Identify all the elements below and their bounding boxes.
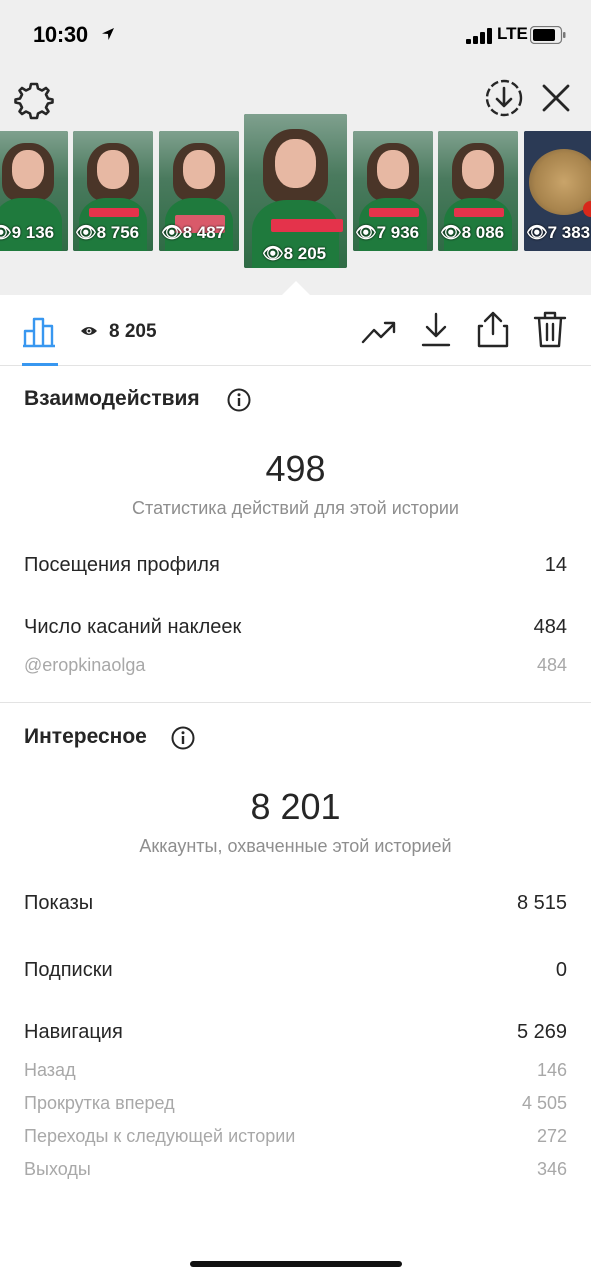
mention-sticker-value: 484 [536,655,567,675]
story-view-count: 👁︎9 136 [0,223,55,242]
follows-value: 0 [555,959,567,981]
story-thumbnail[interactable]: 👁︎8 487 [159,131,239,251]
next-story-value: 272 [536,1126,567,1146]
profile-visits-label: Посещения профиля [24,554,220,576]
reach-caption: Аккаунты, охваченные этой историей [139,836,452,856]
reach-total: 8 201 [250,786,341,827]
navigation-label: Навигация [24,1021,123,1043]
next-story-label: Переходы к следующей истории [24,1126,296,1146]
story-view-count: 👁︎8 756 [75,223,140,242]
exited-label: Выходы [24,1159,91,1179]
navigation-value: 5 269 [516,1021,567,1043]
interactions-caption: Статистика действий для этой истории [132,498,459,518]
mention-sticker-label: @eropkinaolga [24,655,146,675]
sticker-taps-label: Число касаний наклеек [24,616,242,638]
download-icon[interactable] [420,312,452,348]
back-label: Назад [24,1060,76,1080]
story-thumbnail-selected[interactable]: 👁︎8 205 [244,114,347,268]
info-icon[interactable] [227,388,251,412]
story-thumbnail[interactable]: 👁︎7 383 [524,131,591,251]
impressions-label: Показы [24,892,94,914]
interactions-section-title: Взаимодействия [24,387,200,410]
eye-icon [81,327,97,335]
insights-bar-chart-icon[interactable] [22,314,58,348]
story-view-count: 👁︎8 205 [262,244,327,263]
profile-visits-value: 14 [544,554,567,576]
delete-trash-icon[interactable] [533,310,567,348]
impressions-value: 8 515 [516,892,567,914]
info-icon[interactable] [171,726,195,750]
story-view-count: 👁︎7 936 [355,223,420,242]
story-thumbnail[interactable]: 👁︎8 086 [438,131,518,251]
story-view-count: 👁︎8 487 [161,223,226,242]
forward-value: 4 505 [521,1093,567,1113]
story-thumbnail[interactable]: 👁︎7 936 [353,131,433,251]
story-thumbnail-strip: 👁︎9 136 👁︎8 756 👁︎8 487 👁︎8 205 👁︎7 936 … [0,0,591,300]
story-view-count: 👁︎7 383 [526,223,591,242]
discovery-section-title: Интересное [24,725,147,748]
active-tab-indicator [22,363,58,366]
follows-label: Подписки [24,959,113,981]
story-views-count: 8 205 [109,321,157,342]
interactions-total: 498 [265,448,326,489]
home-indicator[interactable] [190,1261,402,1267]
story-thumbnail[interactable]: 👁︎9 136 [0,131,68,251]
promote-trend-icon[interactable] [361,316,397,346]
exited-value: 346 [536,1159,567,1179]
share-icon[interactable] [476,310,510,348]
story-thumbnail[interactable]: 👁︎8 756 [73,131,153,251]
back-value: 146 [536,1060,567,1080]
insights-action-bar: 8 205 [0,296,591,366]
forward-label: Прокрутка вперед [24,1093,175,1113]
story-view-count: 👁︎8 086 [440,223,505,242]
section-divider [0,702,591,703]
sticker-taps-value: 484 [533,616,567,638]
selected-story-pointer [281,281,311,296]
